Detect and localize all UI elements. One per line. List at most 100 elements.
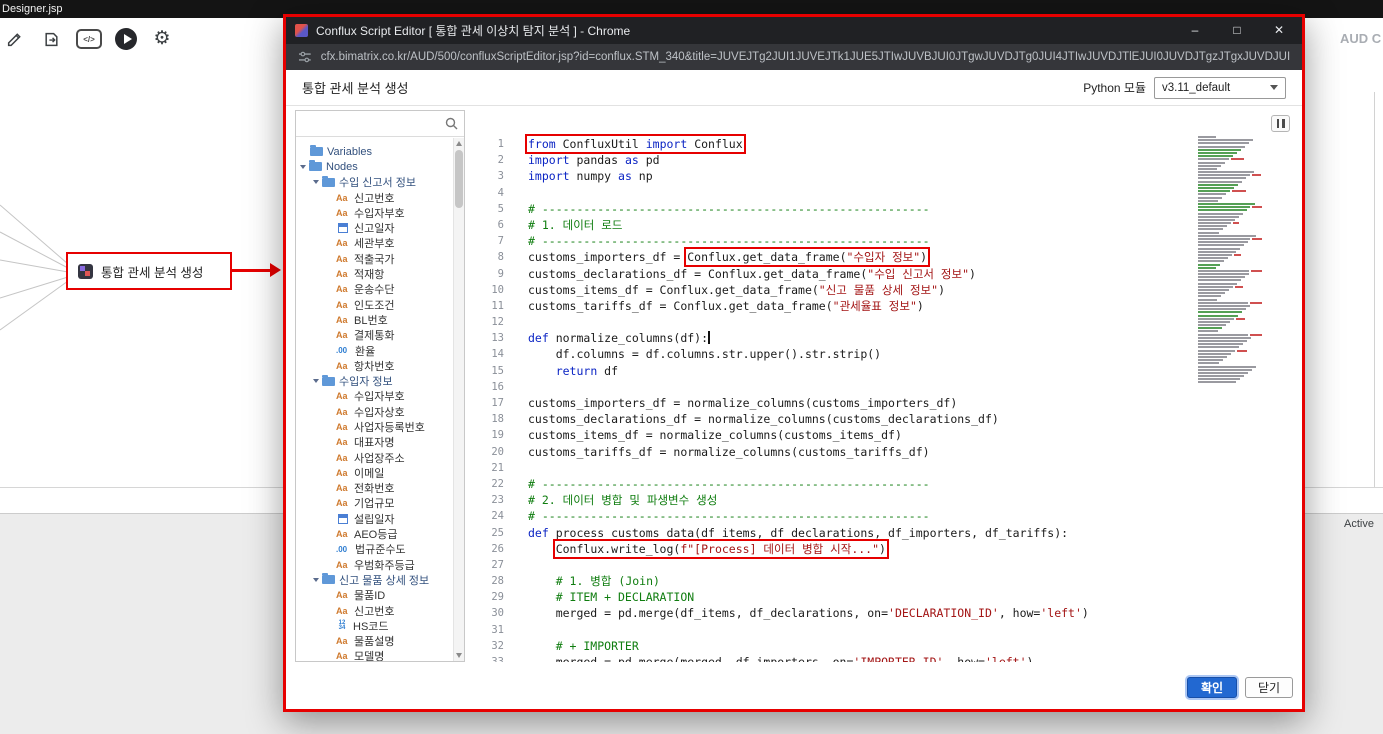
address-bar[interactable]: cfx.bimatrix.co.kr/AUD/500/confluxScript… <box>286 44 1302 70</box>
close-button[interactable]: ✕ <box>1262 17 1296 44</box>
code-line[interactable]: 8customs_importers_df = Conflux.get_data… <box>478 249 1296 265</box>
tree-item[interactable]: Aa항차번호 <box>296 358 453 373</box>
code-line[interactable]: 3import numpy as np <box>478 168 1296 184</box>
code-line[interactable]: 27 <box>478 557 1296 573</box>
aud-label: AUD C <box>1340 31 1381 46</box>
tree-item[interactable]: Nodes <box>296 159 453 174</box>
tree-item[interactable]: Aa우범화주등급 <box>296 557 453 572</box>
tree-item[interactable]: Aa수입자부호 <box>296 389 453 404</box>
code-line[interactable]: 9customs_declarations_df = Conflux.get_d… <box>478 266 1296 282</box>
code-line[interactable]: 13def normalize_columns(df): <box>478 330 1296 346</box>
tree-item[interactable]: 수입자 정보 <box>296 373 453 388</box>
close-dialog-button[interactable]: 닫기 <box>1245 677 1293 698</box>
code-line[interactable]: 33 merged = pd.merge(merged, df_importer… <box>478 654 1296 662</box>
code-line[interactable]: 21 <box>478 460 1296 476</box>
code-line[interactable]: 31 <box>478 622 1296 638</box>
code-line[interactable]: 2import pandas as pd <box>478 152 1296 168</box>
tree-item[interactable]: Aa신고번호 <box>296 603 453 618</box>
code-line[interactable]: 16 <box>478 379 1296 395</box>
tree-item[interactable]: Aa결제통화 <box>296 328 453 343</box>
minimap[interactable] <box>1198 136 1262 394</box>
line-number: 25 <box>478 525 518 541</box>
minimap-line <box>1198 350 1262 352</box>
tree-scrollbar[interactable] <box>453 138 464 661</box>
code-line[interactable]: 14 df.columns = df.columns.str.upper().s… <box>478 346 1296 362</box>
tree-item[interactable]: Aa인도조건 <box>296 297 453 312</box>
tree-item[interactable]: Aa세관부호 <box>296 236 453 251</box>
code-line[interactable]: 17customs_importers_df = normalize_colum… <box>478 395 1296 411</box>
python-module-select[interactable]: v3.11_default <box>1154 77 1286 99</box>
maximize-button[interactable]: □ <box>1220 17 1254 44</box>
code-text <box>518 379 528 395</box>
tree-item[interactable]: Aa신고번호 <box>296 190 453 205</box>
tree-item[interactable]: Aa모델명 <box>296 649 453 661</box>
tree-item[interactable]: 신고일자 <box>296 220 453 235</box>
tree-item-label: 설립일자 <box>354 511 394 527</box>
code-line[interactable]: 15 return df <box>478 363 1296 379</box>
scrollbar-thumb[interactable] <box>455 150 463 208</box>
tree-item[interactable]: Aa기업규모 <box>296 496 453 511</box>
code-line[interactable]: 20customs_tariffs_df = normalize_columns… <box>478 444 1296 460</box>
tree-item[interactable]: Aa이메일 <box>296 465 453 480</box>
tree-item[interactable]: Aa물품ID <box>296 588 453 603</box>
minimize-button[interactable]: – <box>1178 17 1212 44</box>
tree-item[interactable]: Aa전화번호 <box>296 481 453 496</box>
tree-item[interactable]: Aa대표자명 <box>296 435 453 450</box>
code-line[interactable]: 11customs_tariffs_df = Conflux.get_data_… <box>478 298 1296 314</box>
code-line[interactable]: 4 <box>478 185 1296 201</box>
code-line[interactable]: 25def process_customs_data(df_items, df_… <box>478 525 1296 541</box>
code-line[interactable]: 7# -------------------------------------… <box>478 233 1296 249</box>
code-line[interactable]: 30 merged = pd.merge(df_items, df_declar… <box>478 605 1296 621</box>
code-line[interactable]: 28 # 1. 병합 (Join) <box>478 573 1296 589</box>
scroll-down-arrow-icon[interactable] <box>456 653 462 658</box>
tree-item[interactable]: .00법규준수도 <box>296 542 453 557</box>
minimap-line <box>1198 200 1262 202</box>
chevron-down-icon[interactable] <box>313 578 319 582</box>
code-line[interactable]: 18customs_declarations_df = normalize_co… <box>478 411 1296 427</box>
code-line[interactable]: 5# -------------------------------------… <box>478 201 1296 217</box>
code-line[interactable]: 29 # ITEM + DECLARATION <box>478 589 1296 605</box>
search-icon[interactable] <box>445 117 458 130</box>
code-line[interactable]: 6# 1. 데이터 로드 <box>478 217 1296 233</box>
tree-item[interactable]: Aa수입자상호 <box>296 404 453 419</box>
tree-item[interactable]: Aa적재항 <box>296 266 453 281</box>
tree-item[interactable]: Aa운송수단 <box>296 282 453 297</box>
tree-item[interactable]: 신고 물품 상세 정보 <box>296 572 453 587</box>
tree-item-label: 신고일자 <box>354 220 394 236</box>
chevron-down-icon[interactable] <box>300 165 306 169</box>
code-line[interactable]: 1from ConfluxUtil import Conflux <box>478 136 1296 152</box>
code-line[interactable]: 32 # + IMPORTER <box>478 638 1296 654</box>
chevron-down-icon[interactable] <box>313 180 319 184</box>
code-line[interactable]: 19customs_items_df = normalize_columns(c… <box>478 427 1296 443</box>
code-line[interactable]: 24# ------------------------------------… <box>478 508 1296 524</box>
tree-item[interactable]: Aa물품설명 <box>296 634 453 649</box>
tree-item[interactable]: Aa수입자부호 <box>296 205 453 220</box>
code-line[interactable]: 10customs_items_df = Conflux.get_data_fr… <box>478 282 1296 298</box>
search-input[interactable] <box>296 111 464 136</box>
tree-item[interactable]: Aa적출국가 <box>296 251 453 266</box>
fields-tree-panel: VariablesNodes수입 신고서 정보Aa신고번호Aa수입자부호신고일자… <box>295 110 465 662</box>
code-line[interactable]: 12 <box>478 314 1296 330</box>
tree-item[interactable]: 1234HS코드 <box>296 618 453 633</box>
window-titlebar[interactable]: Conflux Script Editor [ 통합 관세 이상치 탐지 분석 … <box>286 17 1302 44</box>
tree-item[interactable]: 수입 신고서 정보 <box>296 175 453 190</box>
tree-item[interactable]: Variables <box>296 144 453 159</box>
tree-item[interactable]: Aa사업자등록번호 <box>296 419 453 434</box>
minimap-line <box>1198 241 1262 243</box>
split-view-toggle-icon[interactable] <box>1271 115 1290 132</box>
code-line[interactable]: 26 Conflux.write_log(f"[Process] 데이터 병합 … <box>478 541 1296 557</box>
tree-item[interactable]: AaBL번호 <box>296 312 453 327</box>
canvas-node[interactable]: 통합 관세 분석 생성 <box>66 252 232 290</box>
confirm-button[interactable]: 확인 <box>1187 677 1237 698</box>
tree-item[interactable]: Aa사업장주소 <box>296 450 453 465</box>
chevron-down-icon[interactable] <box>313 379 319 383</box>
tree-item[interactable]: 설립일자 <box>296 511 453 526</box>
code-line[interactable]: 23# 2. 데이터 병합 및 파생변수 생성 <box>478 492 1296 508</box>
scroll-up-arrow-icon[interactable] <box>456 141 462 146</box>
site-settings-icon[interactable] <box>298 50 312 64</box>
code-editor[interactable]: 1from ConfluxUtil import Conflux2import … <box>478 110 1296 662</box>
tree-item[interactable]: AaAEO등급 <box>296 526 453 541</box>
code-line[interactable]: 22# ------------------------------------… <box>478 476 1296 492</box>
tree-item[interactable]: .00환율 <box>296 343 453 358</box>
line-number: 21 <box>478 460 518 476</box>
